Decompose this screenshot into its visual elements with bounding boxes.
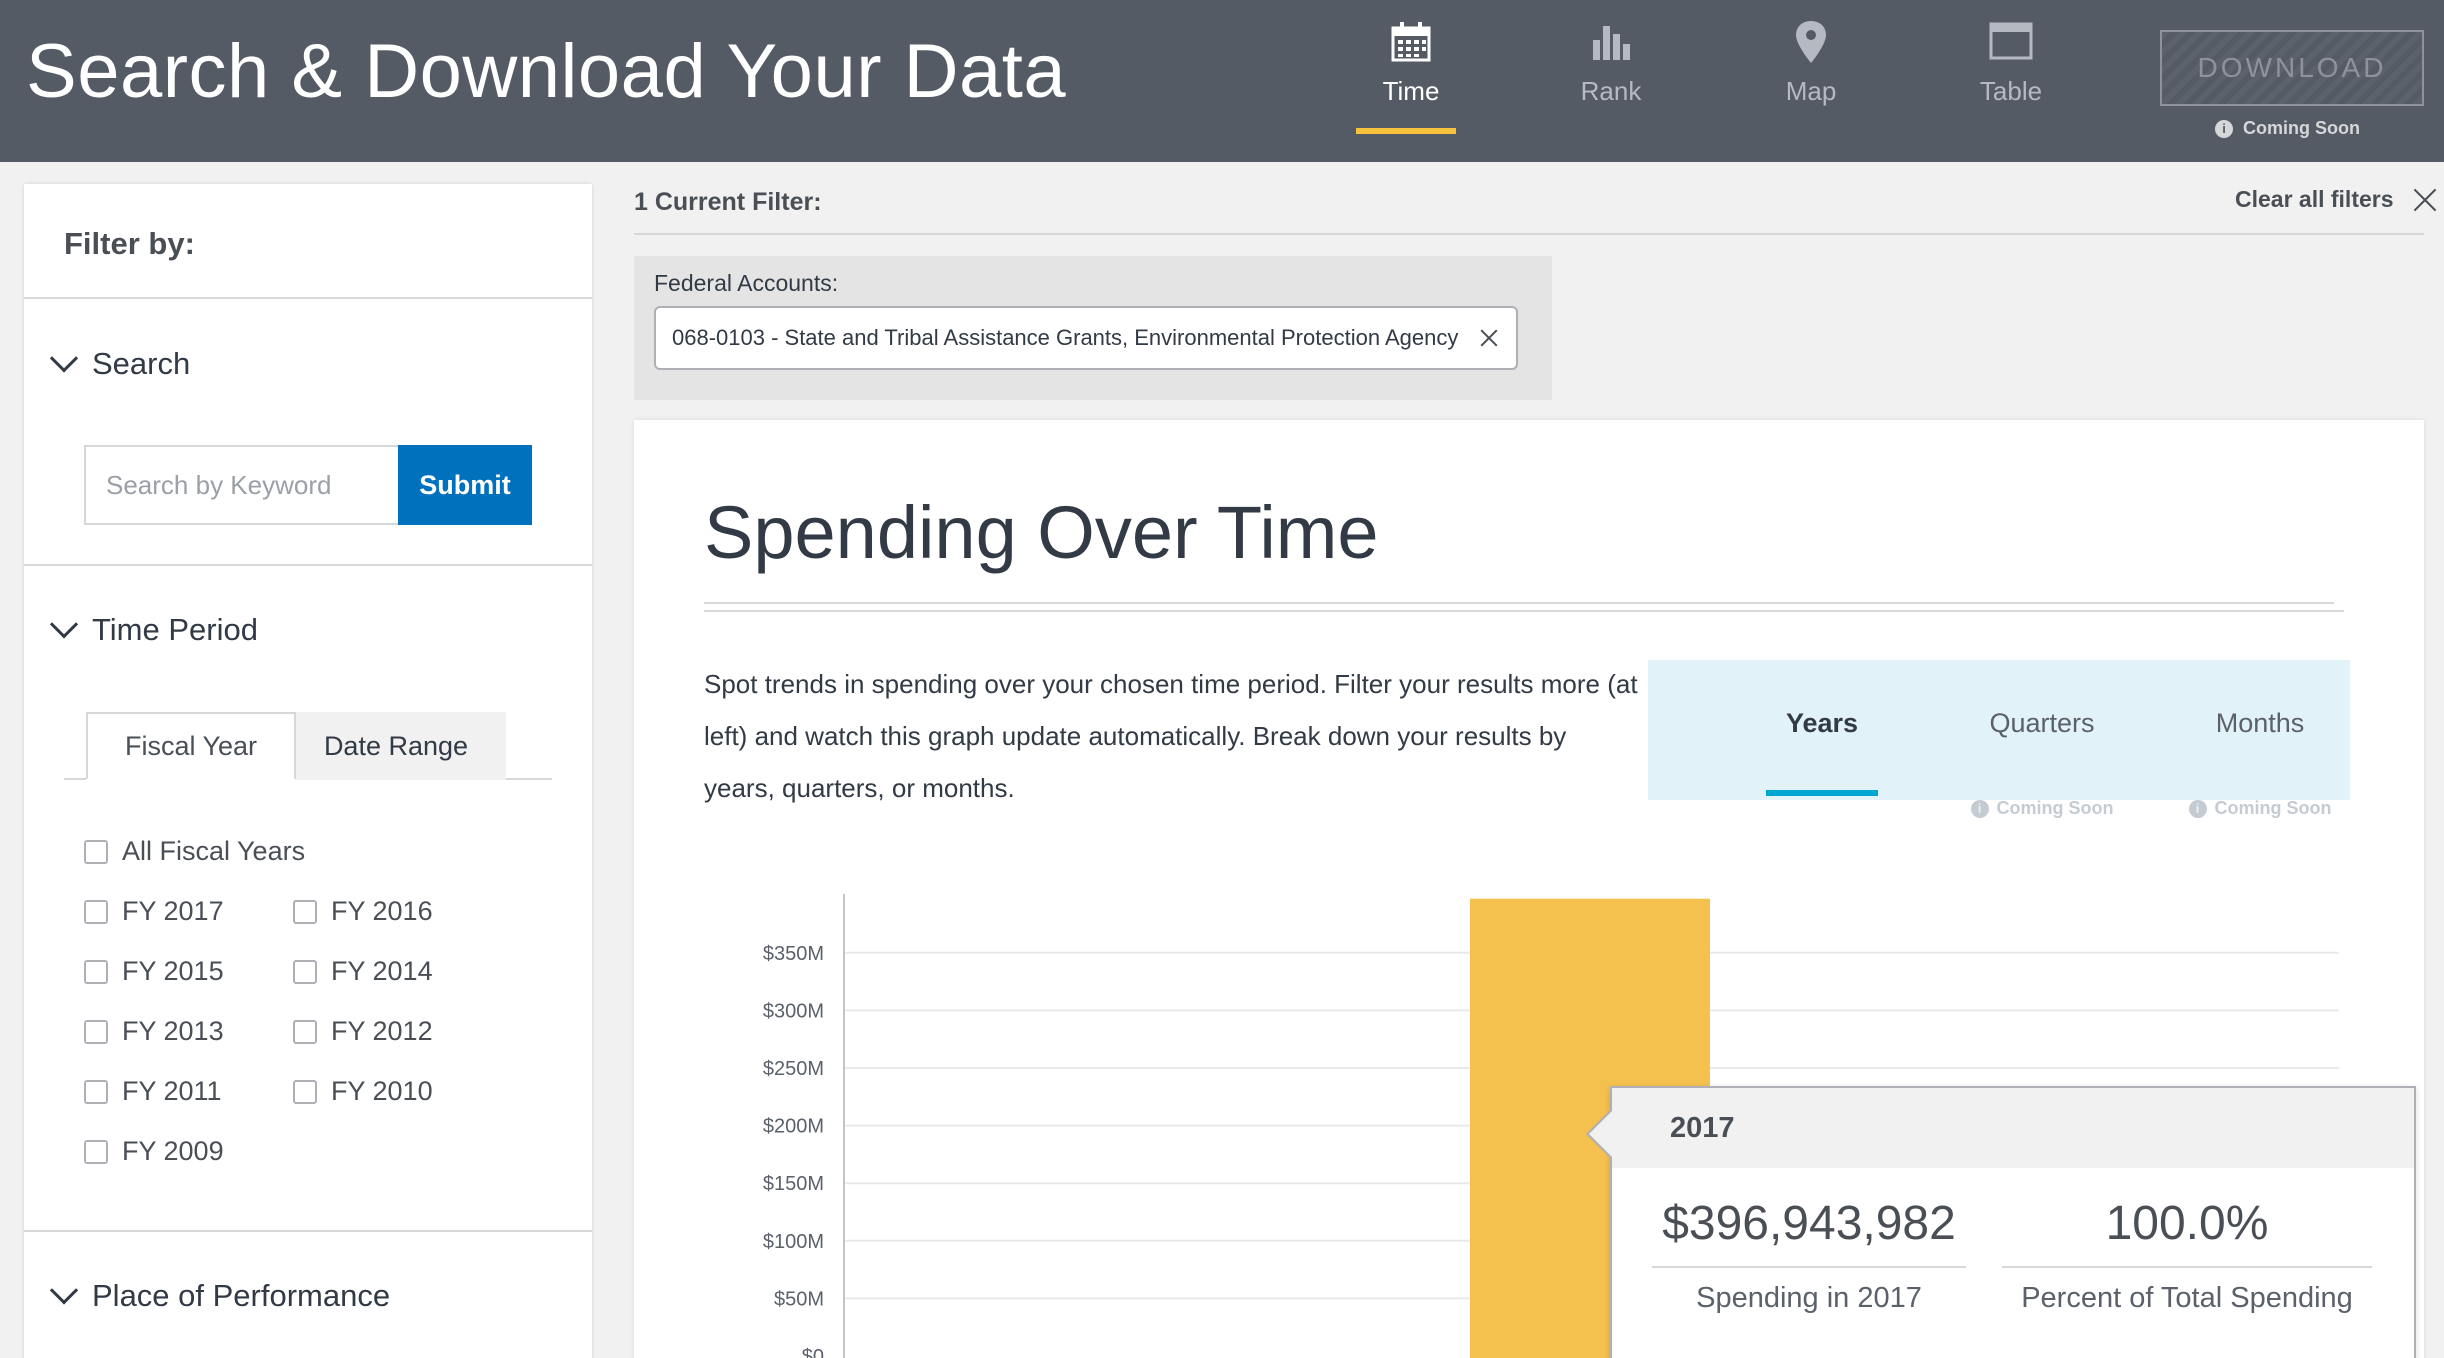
place-of-performance-label: Place of Performance xyxy=(92,1278,391,1313)
checkbox-fy-2009[interactable]: FY 2009 xyxy=(84,1136,224,1167)
checkbox-fy-2017[interactable]: FY 2017 xyxy=(84,896,224,927)
map-pin-icon xyxy=(1796,21,1826,63)
y-tick-label: $200M xyxy=(763,1116,824,1138)
checkbox[interactable] xyxy=(84,959,108,984)
y-tick-label: $100M xyxy=(763,1231,824,1253)
time-period-toggle[interactable]: Time Period xyxy=(49,610,258,648)
checkbox-label: FY 2015 xyxy=(122,956,224,986)
checkbox[interactable] xyxy=(84,1019,108,1044)
y-tick-label: $250M xyxy=(763,1058,824,1080)
checkbox-label: FY 2013 xyxy=(122,1016,224,1046)
y-tick-label: $0 xyxy=(802,1346,824,1358)
place-of-performance-toggle[interactable]: Place of Performance xyxy=(49,1276,391,1314)
divider xyxy=(24,1230,592,1232)
checkbox[interactable] xyxy=(293,1079,317,1104)
search-input[interactable] xyxy=(84,445,398,525)
checkbox-label: FY 2016 xyxy=(331,896,433,926)
calendar-icon xyxy=(1391,22,1431,62)
divider xyxy=(2002,1266,2372,1268)
chevron-down-icon xyxy=(49,344,79,373)
tooltip-year: 2017 xyxy=(1670,1112,1735,1144)
nav-tab-label: Map xyxy=(1785,76,1837,106)
checkbox-label: FY 2009 xyxy=(122,1136,224,1166)
checkbox-label: FY 2010 xyxy=(331,1076,433,1106)
top-header: Search & Download Your Data Time Rank Ma… xyxy=(0,0,2444,162)
search-section-label: Search xyxy=(92,346,191,381)
checkbox-fy-2015[interactable]: FY 2015 xyxy=(84,956,224,987)
filter-group-label: Federal Accounts: xyxy=(654,270,839,296)
filter-sidebar: Filter by: Search Submit Time Period Dat… xyxy=(24,184,592,1358)
y-tick-label: $150M xyxy=(763,1173,824,1195)
tooltip-amount-label: Spending in 2017 xyxy=(1696,1282,1922,1314)
tooltip-amount: $396,943,982 xyxy=(1662,1197,1956,1250)
checkbox[interactable] xyxy=(84,1079,108,1104)
bar-chart-icon xyxy=(1593,26,1630,60)
info-icon: i xyxy=(2215,119,2233,138)
tab-date-range[interactable]: Date Range xyxy=(286,712,506,780)
close-icon xyxy=(2412,187,2438,213)
remove-filter-icon[interactable] xyxy=(1480,329,1498,347)
checkbox-label: FY 2011 xyxy=(122,1076,222,1106)
checkbox-label: All Fiscal Years xyxy=(122,836,306,866)
nav-tab-time[interactable]: Time xyxy=(1331,18,1491,134)
chevron-down-icon xyxy=(49,1276,79,1305)
checkbox-fy-2010[interactable]: FY 2010 xyxy=(293,1076,433,1107)
submit-button[interactable]: Submit xyxy=(398,445,532,525)
current-filter-count: 1 Current Filter: xyxy=(634,188,822,216)
active-tab-indicator xyxy=(1356,128,1456,134)
download-coming-soon: i Coming Soon xyxy=(2215,118,2360,139)
coming-soon-text: Coming Soon xyxy=(2243,118,2360,138)
checkbox[interactable] xyxy=(84,839,108,864)
divider xyxy=(1652,1266,1966,1268)
clear-all-label: Clear all filters xyxy=(2235,186,2394,212)
checkbox-fy-2013[interactable]: FY 2013 xyxy=(84,1016,224,1047)
nav-tab-rank[interactable]: Rank xyxy=(1531,18,1691,128)
clear-all-filters-button[interactable]: Clear all filters xyxy=(2235,186,2438,213)
checkbox[interactable] xyxy=(84,1139,108,1164)
y-tick-label: $50M xyxy=(774,1288,824,1310)
checkbox-fy-2016[interactable]: FY 2016 xyxy=(293,896,433,927)
y-tick-label: $300M xyxy=(763,1000,824,1022)
checkbox-fy-2014[interactable]: FY 2014 xyxy=(293,956,433,987)
filter-group-federal-accounts: Federal Accounts: 068-0103 - State and T… xyxy=(634,256,1552,400)
search-section-toggle[interactable]: Search xyxy=(49,344,191,382)
nav-tab-label: Rank xyxy=(1580,76,1642,106)
filter-chip: 068-0103 - State and Tribal Assistance G… xyxy=(654,306,1518,370)
time-period-label: Time Period xyxy=(92,612,258,647)
checkbox[interactable] xyxy=(293,899,317,924)
filter-chip-label: 068-0103 - State and Tribal Assistance G… xyxy=(672,325,1459,350)
chevron-down-icon xyxy=(49,610,79,639)
tab-fiscal-year[interactable]: Fiscal Year xyxy=(86,712,296,780)
checkbox[interactable] xyxy=(293,959,317,984)
nav-tab-map[interactable]: Map xyxy=(1731,18,1891,128)
chart-tooltip: 2017 $396,943,982 Spending in 2017 100.0… xyxy=(1586,1086,2416,1358)
divider xyxy=(24,297,592,299)
nav-tab-label: Table xyxy=(1979,76,2043,106)
checkbox-fy-2012[interactable]: FY 2012 xyxy=(293,1016,433,1047)
nav-tab-label: Time xyxy=(1382,76,1440,106)
tooltip-header: 2017 xyxy=(1612,1088,2414,1168)
tooltip-percent-label: Percent of Total Spending xyxy=(2021,1282,2353,1314)
checkbox-label: FY 2012 xyxy=(331,1016,433,1046)
checkbox-all-fiscal-years[interactable]: All Fiscal Years xyxy=(84,836,305,867)
download-button[interactable]: DOWNLOAD xyxy=(2160,30,2424,106)
checkbox-label: FY 2017 xyxy=(122,896,224,926)
divider xyxy=(634,233,2424,235)
table-icon xyxy=(1989,22,2033,60)
checkbox-fy-2011[interactable]: FY 2011 xyxy=(84,1076,222,1107)
nav-tab-table[interactable]: Table xyxy=(1931,18,2091,128)
filter-by-heading: Filter by: xyxy=(64,226,195,261)
checkbox[interactable] xyxy=(293,1019,317,1044)
page-title: Search & Download Your Data xyxy=(26,29,1067,114)
y-tick-label: $350M xyxy=(763,943,824,965)
tooltip-percent: 100.0% xyxy=(2105,1197,2269,1250)
checkbox[interactable] xyxy=(84,899,108,924)
tooltip-pointer xyxy=(1586,1108,1613,1160)
checkbox-label: FY 2014 xyxy=(331,956,433,986)
divider xyxy=(24,564,592,566)
